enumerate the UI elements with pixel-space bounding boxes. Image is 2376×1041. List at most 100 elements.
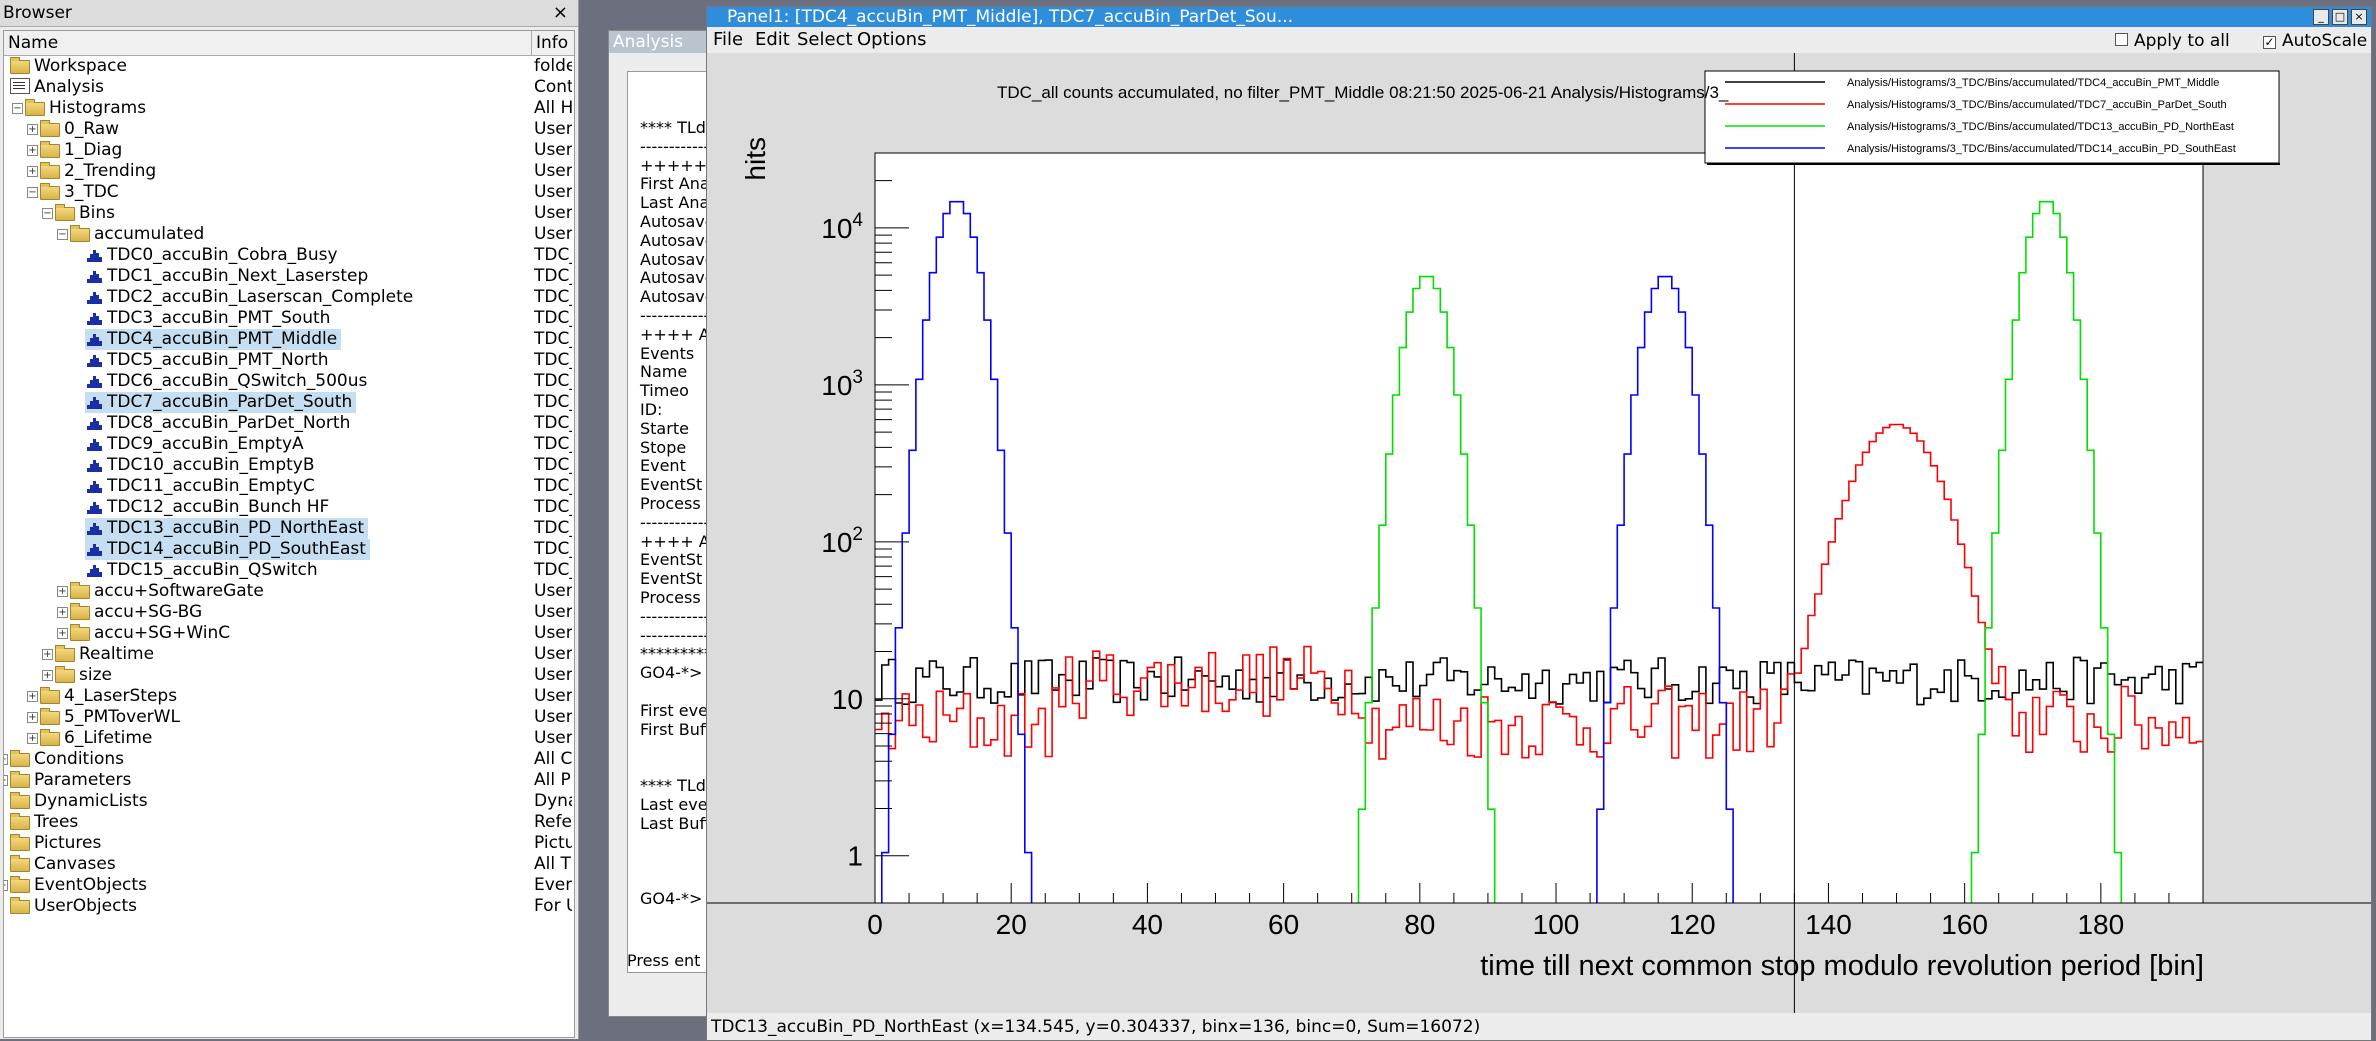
tree-item-label[interactable]: 0_Raw — [40, 119, 123, 140]
minimize-icon[interactable]: _ — [2313, 9, 2329, 25]
tree-row[interactable]: − Bins User — [4, 203, 574, 224]
legend-entry[interactable]: Analysis/Histograms/3_TDC/Bins/accumulat… — [1847, 99, 2227, 111]
legend-entry[interactable]: Analysis/Histograms/3_TDC/Bins/accumulat… — [1847, 143, 2236, 155]
legend-entry[interactable]: Analysis/Histograms/3_TDC/Bins/accumulat… — [1847, 77, 2219, 89]
panel-titlebar[interactable]: Panel1: [TDC4_accuBin_PMT_Middle], TDC7_… — [707, 7, 2371, 27]
tree-item-label[interactable]: 5_PMToverWL — [40, 707, 184, 728]
menu-file[interactable]: File — [713, 29, 743, 50]
column-header-name[interactable]: Name — [4, 31, 532, 55]
tree-row[interactable]: +5_PMToverWL User — [4, 707, 574, 728]
tree-row[interactable]: +0_Raw User — [4, 119, 574, 140]
expand-icon[interactable]: + — [27, 712, 38, 723]
analysis-window-title[interactable]: Analysis — [609, 31, 709, 53]
autoscale-checkbox[interactable]: ✓ AutoScale — [2263, 31, 2367, 51]
tree-item-label[interactable]: size — [55, 665, 116, 686]
tree-item-label[interactable]: TDC14_accuBin_PD_SouthEast — [85, 539, 370, 560]
tree-row[interactable]: − 3_TDC User — [4, 182, 574, 203]
expand-icon[interactable]: + — [27, 145, 38, 156]
tree-item-label[interactable]: TDC6_accuBin_QSwitch_500us — [85, 371, 371, 392]
tree-row[interactable]: Pictures Pictu — [4, 833, 574, 854]
tree-row[interactable]: TDC13_accuBin_PD_NorthEast TDC_ — [4, 518, 574, 539]
tree-item-label[interactable]: 1_Diag — [40, 140, 126, 161]
tree-item-label[interactable]: TDC8_accuBin_ParDet_North — [85, 413, 354, 434]
tree-item-label[interactable]: Bins — [55, 203, 119, 224]
close-icon[interactable]: × — [2351, 9, 2367, 25]
autoscale-box[interactable]: ✓ — [2263, 36, 2276, 49]
tree-item-label[interactable]: Analysis — [10, 77, 108, 98]
tree-item-label[interactable]: TDC15_accuBin_QSwitch — [85, 560, 322, 581]
tree-row[interactable]: DynamicLists Dyna — [4, 791, 574, 812]
tree-row[interactable]: TDC10_accuBin_EmptyB TDC_ — [4, 455, 574, 476]
tree-row[interactable]: TDC9_accuBin_EmptyA TDC_ — [4, 434, 574, 455]
apply-to-all-checkbox[interactable]: Apply to all — [2115, 31, 2230, 51]
tree-row[interactable]: + Conditions All C — [4, 749, 574, 770]
tree-item-label[interactable]: TDC5_accuBin_PMT_North — [85, 350, 333, 371]
tree-row[interactable]: +4_LaserSteps User — [4, 686, 574, 707]
tree-item-label[interactable]: DynamicLists — [10, 791, 152, 812]
tree-row[interactable]: TDC7_accuBin_ParDet_South TDC_ — [4, 392, 574, 413]
tree-row[interactable]: + EventObjects Even — [4, 875, 574, 896]
tree-row[interactable]: TDC14_accuBin_PD_SouthEast TDC_ — [4, 539, 574, 560]
tree-row[interactable]: TDC15_accuBin_QSwitch TDC_ — [4, 560, 574, 581]
histogram-chart[interactable]: 0 20 40 60 80 100 120 140 160 180 1 10 102 103 104 Ana… — [707, 53, 2371, 1013]
expand-icon[interactable]: + — [27, 124, 38, 135]
tree-row[interactable]: + Realtime User — [4, 644, 574, 665]
tree-row[interactable]: + size User — [4, 665, 574, 686]
collapse-icon[interactable]: − — [57, 229, 68, 240]
tree-item-label[interactable]: Canvases — [10, 854, 120, 875]
close-icon[interactable]: × — [553, 2, 568, 23]
tree-row[interactable]: UserObjects For U — [4, 896, 574, 917]
tree-item-label[interactable]: TDC9_accuBin_EmptyA — [85, 434, 308, 455]
tree-item-label[interactable]: Parameters — [10, 770, 135, 791]
expand-icon[interactable]: + — [42, 670, 53, 681]
collapse-icon[interactable]: − — [12, 103, 23, 114]
legend[interactable]: Analysis/Histograms/3_TDC/Bins/accumulat… — [1704, 70, 2280, 165]
expand-icon[interactable]: + — [57, 628, 68, 639]
tree-item-label[interactable]: 4_LaserSteps — [40, 686, 181, 707]
expand-icon[interactable]: + — [4, 754, 8, 765]
tree-item-label[interactable]: TDC13_accuBin_PD_NorthEast — [85, 518, 369, 539]
menu-edit[interactable]: Edit — [755, 29, 790, 50]
tree-row[interactable]: + accu+SG+WinC User — [4, 623, 574, 644]
tree-row[interactable]: TDC2_accuBin_Laserscan_Complete TDC_ — [4, 287, 574, 308]
tree-row[interactable]: +6_Lifetime User — [4, 728, 574, 749]
tree-row[interactable]: Canvases All T — [4, 854, 574, 875]
plot-area[interactable] — [874, 152, 2204, 904]
collapse-icon[interactable]: − — [27, 187, 38, 198]
tree-item-label[interactable]: accu+SoftwareGate — [70, 581, 268, 602]
tree-item-label[interactable]: 2_Trending — [40, 161, 160, 182]
tree-row[interactable]: TDC11_accuBin_EmptyC TDC_ — [4, 476, 574, 497]
column-header-info[interactable]: Info — [532, 31, 574, 55]
tree-row[interactable]: TDC3_accuBin_PMT_South TDC_ — [4, 308, 574, 329]
tree-item-label[interactable]: 3_TDC — [40, 182, 123, 203]
expand-icon[interactable]: + — [27, 733, 38, 744]
tree-row[interactable]: TDC5_accuBin_PMT_North TDC_ — [4, 350, 574, 371]
tree-row[interactable]: Trees Refe — [4, 812, 574, 833]
tree-item-label[interactable]: accumulated — [70, 224, 208, 245]
tree-item-label[interactable]: TDC3_accuBin_PMT_South — [85, 308, 334, 329]
tree-row[interactable]: + accu+SG-BG User — [4, 602, 574, 623]
collapse-icon[interactable]: − — [42, 208, 53, 219]
tree-item-label[interactable]: TDC1_accuBin_Next_Laserstep — [85, 266, 372, 287]
tree-item-label[interactable]: TDC11_accuBin_EmptyC — [85, 476, 319, 497]
tree-row[interactable]: TDC6_accuBin_QSwitch_500us TDC_ — [4, 371, 574, 392]
legend-entry[interactable]: Analysis/Histograms/3_TDC/Bins/accumulat… — [1847, 121, 2234, 133]
tree-row[interactable]: − Histograms All H — [4, 98, 574, 119]
tree-item-label[interactable]: accu+SG-BG — [70, 602, 206, 623]
tree-item-label[interactable]: TDC10_accuBin_EmptyB — [85, 455, 319, 476]
expand-icon[interactable]: + — [57, 586, 68, 597]
tree-item-label[interactable]: 6_Lifetime — [40, 728, 156, 749]
tree-row[interactable]: TDC4_accuBin_PMT_Middle TDC_ — [4, 329, 574, 350]
tree-item-label[interactable]: Histograms — [25, 98, 150, 119]
expand-icon[interactable]: + — [4, 880, 8, 891]
tree-item-label[interactable]: TDC4_accuBin_PMT_Middle — [85, 329, 342, 350]
tree-row[interactable]: TDC1_accuBin_Next_Laserstep TDC_ — [4, 266, 574, 287]
menu-options[interactable]: Options — [857, 29, 926, 50]
expand-icon[interactable]: + — [57, 607, 68, 618]
apply-to-all-box[interactable] — [2115, 33, 2128, 46]
tree-item-label[interactable]: accu+SG+WinC — [70, 623, 234, 644]
maximize-icon[interactable]: □ — [2332, 9, 2348, 25]
tree-item-label[interactable]: Trees — [10, 812, 82, 833]
tree-row[interactable]: TDC8_accuBin_ParDet_North TDC_ — [4, 413, 574, 434]
expand-icon[interactable]: + — [42, 649, 53, 660]
